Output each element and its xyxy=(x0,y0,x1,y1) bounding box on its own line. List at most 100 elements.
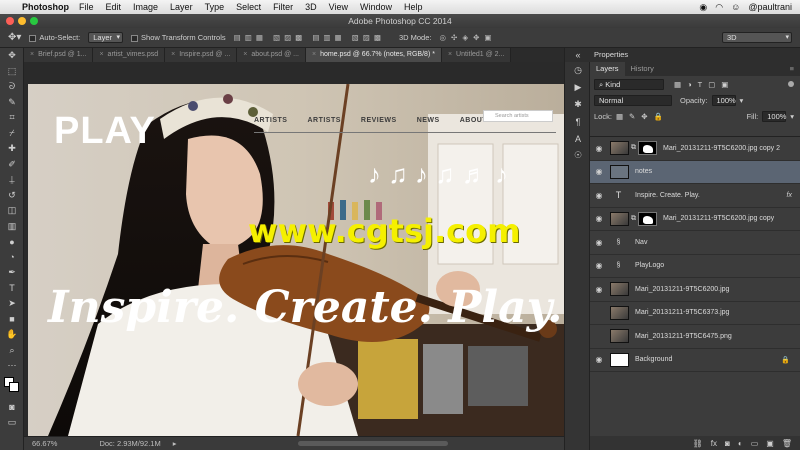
actions-panel-icon[interactable]: ▶ xyxy=(565,79,591,96)
lasso-tool-icon[interactable]: ᘐ xyxy=(0,79,24,95)
fill-input[interactable]: 100% xyxy=(762,110,786,122)
visibility-eye-icon[interactable]: ◉ xyxy=(590,214,608,223)
screen-mode-icon[interactable]: ▭ xyxy=(0,415,24,431)
extra-tools-icon[interactable]: ⋯ xyxy=(0,358,24,374)
crop-tool-icon[interactable]: ⌗ xyxy=(0,110,24,126)
doc-tab[interactable]: × Untitled1 @ 2... xyxy=(441,48,512,62)
zoom-level[interactable]: 66.67% xyxy=(32,439,57,448)
show-transform-checkbox[interactable]: Show Transform Controls xyxy=(131,33,226,42)
close-tab-icon[interactable]: × xyxy=(312,51,316,58)
menu-3d[interactable]: 3D xyxy=(305,2,317,12)
color-swatches-icon[interactable] xyxy=(0,374,24,400)
layer-row[interactable]: ◉ § PlayLogo xyxy=(590,255,800,278)
menu-view[interactable]: View xyxy=(329,2,348,12)
layer-effects-icon[interactable]: fx xyxy=(787,192,792,199)
gradient-tool-icon[interactable]: ▥ xyxy=(0,219,24,235)
add-mask-icon[interactable]: ◙ xyxy=(725,439,730,448)
properties-tab[interactable]: Properties xyxy=(590,48,800,62)
healing-tool-icon[interactable]: ✚ xyxy=(0,141,24,157)
layer-mask-thumbnail[interactable] xyxy=(638,211,657,226)
visibility-eye-icon[interactable]: ◉ xyxy=(590,191,608,200)
user-name[interactable]: @paultrani xyxy=(748,2,792,12)
auto-select-checkbox[interactable]: Auto-Select: xyxy=(29,33,80,42)
layer-row-selected[interactable]: ◉ notes xyxy=(590,160,800,184)
visibility-eye-icon[interactable]: ◉ xyxy=(590,285,608,294)
doc-size[interactable]: Doc: 2.93M/92.1M xyxy=(99,439,160,448)
layer-mask-thumbnail[interactable] xyxy=(638,141,657,156)
opacity-input[interactable]: 100% xyxy=(711,94,736,106)
link-layers-icon[interactable]: ⛓ xyxy=(693,439,703,448)
type-tool-icon[interactable]: T xyxy=(0,281,24,297)
pen-tool-icon[interactable]: ✒ xyxy=(0,265,24,281)
layers-tab[interactable]: Layers xyxy=(590,62,625,76)
paragraph-panel-icon[interactable]: ¶ xyxy=(565,113,591,130)
new-group-icon[interactable]: ▭ xyxy=(751,439,759,448)
close-tab-icon[interactable]: × xyxy=(30,51,34,58)
visibility-eye-icon[interactable]: ◉ xyxy=(590,144,608,153)
layer-row[interactable]: Mari_20131211-9T5C6373.jpg xyxy=(590,302,800,325)
layer-row[interactable]: ◉ Mari_20131211-9T5C6200.jpg xyxy=(590,278,800,302)
filter-toggle-icon[interactable] xyxy=(788,81,794,87)
menu-window[interactable]: Window xyxy=(360,2,392,12)
visibility-eye-icon[interactable]: ◉ xyxy=(590,167,608,176)
fill-dropdown-icon[interactable]: ▾ xyxy=(790,112,794,121)
status-menu-icon[interactable]: ▸ xyxy=(173,439,177,448)
menu-type[interactable]: Type xyxy=(205,2,225,12)
lock-icons[interactable]: ▦✎✥🔒 xyxy=(616,112,669,121)
menu-file[interactable]: File xyxy=(79,2,94,12)
layer-row[interactable]: Mari_20131211-9T5C6475.png xyxy=(590,325,800,349)
doc-tab[interactable]: × artist_vimes.psd xyxy=(93,48,166,62)
panel-menu-icon[interactable]: ≡ xyxy=(784,62,800,76)
close-window-icon[interactable] xyxy=(6,17,14,25)
layer-row[interactable]: ◉ T Inspire. Create. Play. fx xyxy=(590,184,800,208)
zoom-tool-icon[interactable]: ⌕ xyxy=(0,343,24,359)
doc-tab-active[interactable]: × home.psd @ 66.7% (notes, RGB/8) * xyxy=(305,48,442,62)
workspace-dropdown[interactable]: 3D xyxy=(722,32,792,43)
menu-filter[interactable]: Filter xyxy=(273,2,293,12)
menu-layer[interactable]: Layer xyxy=(170,2,193,12)
eraser-tool-icon[interactable]: ◫ xyxy=(0,203,24,219)
horizontal-scrollbar[interactable] xyxy=(298,441,449,446)
layer-row[interactable]: ◉ ⧉ Mari_20131211-9T5C6200.jpg copy xyxy=(590,208,800,231)
close-tab-icon[interactable]: × xyxy=(448,51,452,58)
lock-icon[interactable]: 🔒 xyxy=(781,356,790,364)
adjustments-panel-icon[interactable]: ✱ xyxy=(565,96,591,113)
opacity-dropdown-icon[interactable]: ▾ xyxy=(740,96,744,105)
layer-row[interactable]: ◉ Background 🔒 xyxy=(590,349,800,372)
visibility-eye-icon[interactable]: ◉ xyxy=(590,261,608,270)
minimize-window-icon[interactable] xyxy=(18,17,26,25)
layer-row[interactable]: ◉ § Nav xyxy=(590,231,800,255)
shape-tool-icon[interactable]: ■ xyxy=(0,312,24,328)
clone-stamp-tool-icon[interactable]: ⍊ xyxy=(0,172,24,188)
delete-layer-icon[interactable]: 🗑 xyxy=(782,439,792,448)
quick-select-tool-icon[interactable]: ✎ xyxy=(0,95,24,111)
brush-tool-icon[interactable]: ✐ xyxy=(0,157,24,173)
path-select-tool-icon[interactable]: ➤ xyxy=(0,296,24,312)
move-tool-preset-icon[interactable]: ✥▾ xyxy=(8,32,21,43)
doc-tab[interactable]: × Brief.psd @ 1... xyxy=(24,48,94,62)
auto-select-dropdown[interactable]: Layer xyxy=(88,32,124,43)
close-tab-icon[interactable]: × xyxy=(99,51,103,58)
brush-panel-icon[interactable]: ☉ xyxy=(565,147,591,164)
close-tab-icon[interactable]: × xyxy=(243,51,247,58)
doc-tab[interactable]: × Inspire.psd @ ... xyxy=(165,48,238,62)
user-avatar-icon[interactable]: ☺ xyxy=(731,2,740,12)
dodge-tool-icon[interactable]: ◔ xyxy=(0,250,24,266)
menu-edit[interactable]: Edit xyxy=(106,2,122,12)
add-style-icon[interactable]: fx xyxy=(711,439,717,448)
blend-mode-dropdown[interactable]: Normal xyxy=(594,94,672,106)
hand-tool-icon[interactable]: ✋ xyxy=(0,327,24,343)
document-canvas[interactable]: PLAY ARTISTS ARTISTS REVIEWS NEWS ABOUT … xyxy=(28,84,564,436)
visibility-eye-icon[interactable]: ◉ xyxy=(590,355,608,364)
blur-tool-icon[interactable]: ● xyxy=(0,234,24,250)
layer-row[interactable]: ◉ ⧉ Mari_20131211-9T5C6200.jpg copy 2 xyxy=(590,137,800,161)
history-tab[interactable]: History xyxy=(625,62,660,76)
filter-icons[interactable]: ▦◑T▢▣ xyxy=(674,80,734,89)
move-tool-icon[interactable]: ✥ xyxy=(0,48,24,64)
canvas-area[interactable]: PLAY ARTISTS ARTISTS REVIEWS NEWS ABOUT … xyxy=(24,62,564,436)
menu-select[interactable]: Select xyxy=(236,2,261,12)
new-adjustment-icon[interactable]: ◐ xyxy=(738,439,743,448)
align-icons[interactable]: ▤▥▦ ▧▨▩ ▤▥▦ ▧▨▩ xyxy=(234,33,385,42)
close-tab-icon[interactable]: × xyxy=(171,51,175,58)
creative-cloud-icon[interactable]: ◉ xyxy=(699,2,707,13)
